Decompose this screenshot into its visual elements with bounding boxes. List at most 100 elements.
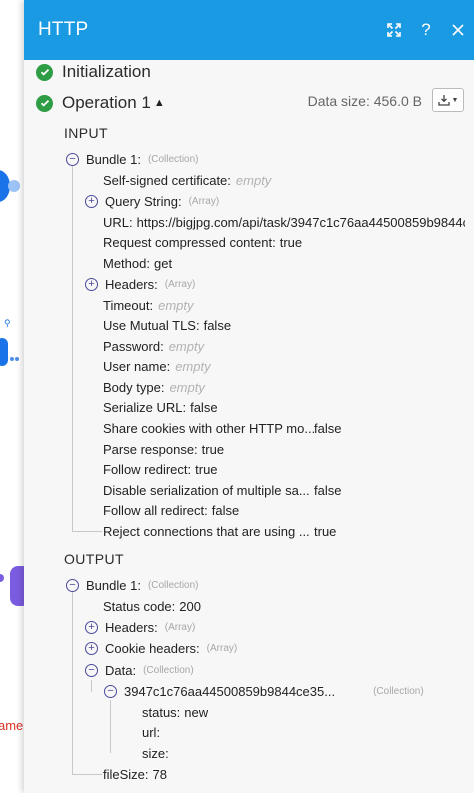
field-label: 3947c1c76aa44500859b9844ce35...	[124, 683, 336, 699]
operation-label: Operation 1	[62, 93, 151, 112]
scenario-canvas: ⚲ ame	[0, 0, 30, 793]
output-dialog: HTTP ? Initialization Operation 1 ▲ Data…	[24, 0, 474, 793]
output-heading: OUTPUT	[64, 551, 124, 567]
output-row-headers[interactable]: + Headers: (Array)	[85, 617, 195, 637]
input-row-serialize-url: Serialize URL: false	[103, 397, 218, 417]
input-row-follow-redirect: Follow redirect: true	[103, 459, 218, 479]
field-label: Password:	[103, 338, 164, 354]
output-row-cookie-headers[interactable]: + Cookie headers: (Array)	[85, 638, 237, 658]
field-value: empty	[168, 338, 205, 354]
field-label: url:	[142, 724, 161, 740]
dialog-titlebar: HTTP ?	[24, 0, 474, 60]
tree-line	[72, 166, 73, 531]
input-row-username: User name: empty	[103, 356, 211, 376]
expand-icon[interactable]	[378, 14, 410, 46]
plus-icon[interactable]: +	[85, 277, 98, 291]
input-row-url: URL: https://bigjpg.com/api/task/3947c1c…	[103, 212, 465, 232]
search-icon: ⚲	[4, 318, 11, 328]
field-label: Status code:	[103, 598, 176, 614]
field-label: Timeout:	[103, 297, 154, 313]
download-icon	[437, 95, 450, 106]
field-label: Self-signed certificate:	[103, 172, 231, 188]
field-label: Body type:	[103, 379, 165, 395]
field-value: empty	[169, 379, 205, 395]
field-value: true	[201, 441, 225, 457]
minus-icon[interactable]: −	[85, 663, 98, 677]
field-value: false	[314, 420, 342, 436]
module-label: ame	[0, 718, 24, 733]
field-value: true	[195, 461, 218, 477]
module-connector	[0, 574, 4, 582]
bundle-label: Bundle 1:	[86, 577, 141, 593]
input-row-query-string[interactable]: + Query String: (Array)	[85, 191, 219, 211]
minus-icon[interactable]: −	[104, 684, 117, 698]
field-label: Disable serialization of multiple sa...	[103, 482, 310, 498]
type-tag: (Array)	[164, 278, 196, 290]
field-value: 78	[152, 766, 167, 782]
input-row-mutual-tls: Use Mutual TLS: false	[103, 315, 231, 335]
output-row-data[interactable]: − Data: (Collection)	[85, 660, 194, 680]
output-bundle[interactable]: − Bundle 1: (Collection)	[66, 575, 199, 595]
input-heading: INPUT	[64, 125, 108, 141]
input-row-timeout: Timeout: empty	[103, 295, 194, 315]
field-value: https://bigjpg.com/api/task/3947c1c76aa4…	[136, 214, 465, 230]
output-row-task[interactable]: − 3947c1c76aa44500859b9844ce35... (Colle…	[104, 681, 424, 701]
field-value: empty	[175, 358, 211, 374]
check-icon	[36, 63, 53, 81]
input-row-method: Method: get	[103, 253, 172, 273]
input-row-body-type: Body type: empty	[103, 377, 205, 397]
tree-line	[72, 592, 73, 774]
field-label: fileSize:	[103, 766, 149, 782]
output-row-url: url:	[142, 722, 160, 742]
input-row-self-signed: Self-signed certificate: empty	[103, 170, 271, 190]
input-row-follow-all-redirect: Follow all redirect: false	[103, 500, 239, 520]
field-value: empty	[235, 172, 272, 188]
input-row-headers[interactable]: + Headers: (Array)	[85, 274, 195, 294]
type-tag: (Collection)	[143, 664, 194, 676]
type-tag: (Array)	[164, 621, 196, 633]
input-row-parse-response: Parse response: true	[103, 439, 224, 459]
field-value: new	[184, 704, 209, 720]
field-label: User name:	[103, 358, 171, 374]
caret-up-icon[interactable]: ▲	[154, 97, 165, 109]
type-tag: (Array)	[188, 195, 220, 207]
input-bundle[interactable]: − Bundle 1: (Collection)	[66, 149, 199, 169]
field-label: Use Mutual TLS:	[103, 317, 200, 333]
plus-icon[interactable]: +	[85, 641, 98, 655]
output-row-status-code: Status code: 200	[103, 596, 201, 616]
module-node[interactable]	[0, 338, 8, 366]
field-label: Headers:	[105, 276, 158, 292]
field-label: Follow all redirect:	[103, 502, 208, 518]
field-label: size:	[142, 745, 169, 761]
field-value: get	[153, 255, 173, 271]
field-label: URL:	[103, 214, 133, 230]
operation-section[interactable]: Operation 1 ▲	[36, 93, 165, 113]
download-button[interactable]: ▼	[432, 88, 464, 112]
field-label: Reject connections that are using ...	[103, 523, 310, 539]
field-value: false	[314, 482, 342, 498]
field-value: true	[279, 234, 303, 250]
field-value: 200	[179, 598, 201, 614]
input-row-compressed: Request compressed content: true	[103, 232, 302, 252]
field-label: Follow redirect:	[103, 461, 192, 477]
field-label: Serialize URL:	[103, 399, 187, 415]
module-connector	[8, 180, 20, 192]
minus-icon[interactable]: −	[66, 578, 79, 592]
field-label: Cookie headers:	[105, 640, 200, 656]
minus-icon[interactable]: −	[66, 152, 79, 166]
field-value: true	[314, 523, 337, 539]
input-row-share-cookies: Share cookies with other HTTP mo... fals…	[103, 418, 463, 438]
tree-line	[72, 531, 102, 532]
input-row-password: Password: empty	[103, 336, 204, 356]
field-value: empty	[158, 297, 194, 313]
plus-icon[interactable]: +	[85, 194, 98, 208]
close-icon[interactable]	[442, 14, 474, 46]
output-row-filesize: fileSize: 78	[103, 764, 167, 784]
input-row-disable-serialization: Disable serialization of multiple sa... …	[103, 480, 463, 500]
type-tag: (Array)	[206, 642, 238, 654]
tree-line	[110, 700, 111, 753]
plus-icon[interactable]: +	[85, 620, 98, 634]
field-label: Method:	[103, 255, 150, 271]
initialization-section[interactable]: Initialization	[36, 62, 151, 82]
help-icon[interactable]: ?	[410, 14, 442, 46]
